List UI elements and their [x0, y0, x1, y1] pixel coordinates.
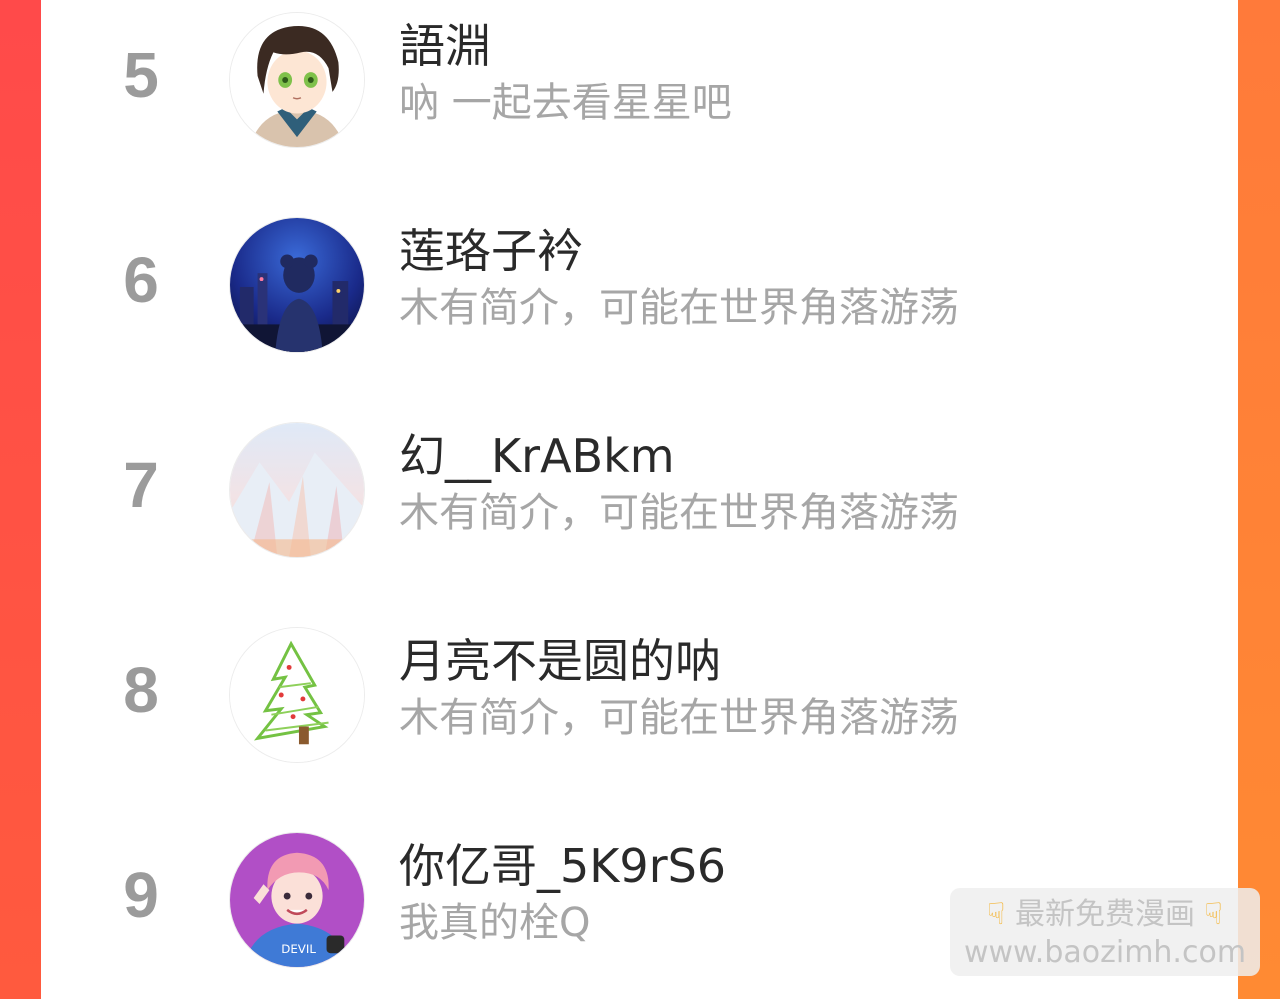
rank-number: 8 — [123, 654, 159, 726]
site-watermark: ☟ 最新免费漫画 ☟ www.baozimh.com — [950, 888, 1260, 976]
user-name[interactable]: 月亮不是圆的呐 — [399, 633, 721, 689]
left-gradient-border — [0, 0, 41, 999]
ranking-row[interactable]: 5 語淵 吶 一起去看星星吧 — [41, 0, 1238, 150]
watermark-slogan: ☟ 最新免费漫画 ☟ — [950, 896, 1260, 934]
pointing-down-hand-icon: ☟ — [1204, 897, 1223, 932]
svg-text:DEVIL: DEVIL — [281, 942, 316, 956]
user-name[interactable]: 莲珞子衿 — [399, 223, 583, 279]
user-bio: 我真的栓Q — [399, 900, 591, 946]
anime-boy-avatar-icon[interactable] — [229, 12, 365, 148]
ranking-row[interactable]: 7 幻__KrABkm 木有简介，可能在世界角落游荡 — [41, 410, 1238, 560]
night-city-girl-avatar-icon[interactable] — [229, 217, 365, 353]
pink-hair-boy-avatar-icon[interactable]: DEVIL — [229, 832, 365, 968]
user-bio: 木有简介，可能在世界角落游荡 — [399, 695, 959, 741]
user-bio: 木有简介，可能在世界角落游荡 — [399, 490, 959, 536]
user-name[interactable]: 幻__KrABkm — [399, 428, 675, 484]
christmas-tree-drawing-avatar-icon[interactable] — [229, 627, 365, 763]
user-bio: 吶 一起去看星星吧 — [399, 80, 732, 126]
pointing-down-hand-icon: ☟ — [987, 897, 1006, 932]
rank-number: 7 — [123, 449, 159, 521]
rank-number: 9 — [123, 859, 159, 931]
rank-number: 6 — [123, 244, 159, 316]
ranking-list: 5 語淵 吶 一起去看星星吧 6 莲珞子衿 木有简介，可能在世界角落游荡 7 幻… — [41, 0, 1238, 999]
watermark-url: www.baozimh.com — [963, 935, 1247, 970]
user-name[interactable]: 你亿哥_5K9rS6 — [399, 838, 726, 894]
ranking-row[interactable]: 6 莲珞子衿 木有简介，可能在世界角落游荡 — [41, 205, 1238, 355]
user-bio: 木有简介，可能在世界角落游荡 — [399, 285, 959, 331]
user-name[interactable]: 語淵 — [399, 18, 491, 74]
rank-number: 5 — [123, 39, 159, 111]
watermark-slogan-text: 最新免费漫画 — [1015, 897, 1195, 932]
ranking-row[interactable]: 8 月亮不是圆的呐 木有简介，可能在世界角落游荡 — [41, 615, 1238, 765]
right-gradient-border — [1238, 0, 1280, 999]
pastel-landscape-avatar-icon[interactable] — [229, 422, 365, 558]
